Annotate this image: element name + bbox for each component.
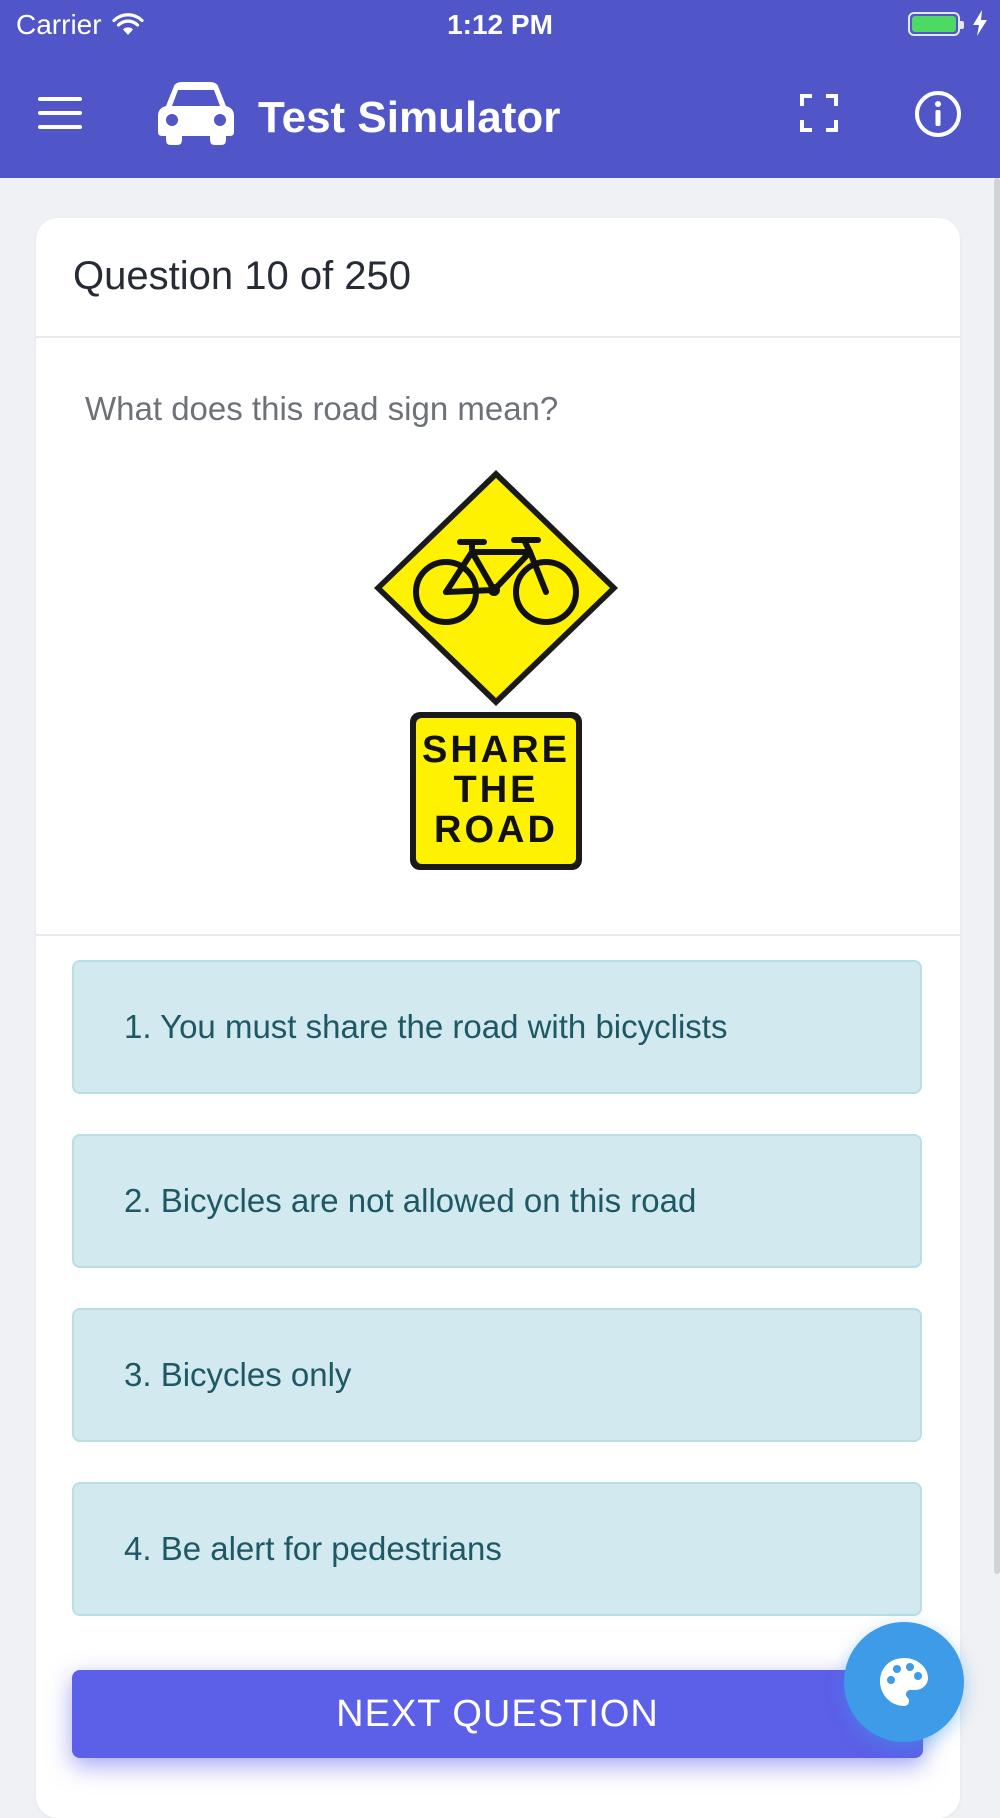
scrollbar[interactable] <box>994 178 1000 1574</box>
app-title: Test Simulator <box>258 93 561 142</box>
info-icon[interactable] <box>914 90 962 138</box>
status-time: 1:12 PM <box>447 9 553 40</box>
palette-icon <box>880 1658 928 1706</box>
battery-icon <box>908 12 964 36</box>
sign-text-line-2: THE <box>454 769 539 811</box>
sign-text-line-1: SHARE <box>422 729 570 771</box>
answer-option-3[interactable]: 3. Bicycles only <box>72 1308 922 1442</box>
menu-icon[interactable] <box>38 95 82 131</box>
divider <box>36 934 960 936</box>
charging-icon <box>973 10 987 36</box>
car-icon <box>158 82 234 145</box>
question-text: What does this road sign mean? <box>85 390 559 427</box>
status-bar: Carrier 1:12 PM <box>0 0 1000 50</box>
answer-option-1[interactable]: 1. You must share the road with bicyclis… <box>72 960 922 1094</box>
app-bar: Test Simulator <box>0 50 1000 178</box>
answer-option-2[interactable]: 2. Bicycles are not allowed on this road <box>72 1134 922 1268</box>
fullscreen-icon[interactable] <box>800 94 838 132</box>
next-question-button[interactable]: NEXT QUESTION <box>72 1670 923 1758</box>
question-card: Question 10 of 250 What does this road s… <box>36 218 960 1818</box>
share-the-road-sign-image: SHARE THE ROAD <box>374 470 618 870</box>
answer-option-4[interactable]: 4. Be alert for pedestrians <box>72 1482 922 1616</box>
theme-fab-button[interactable] <box>844 1622 964 1742</box>
question-counter: Question 10 of 250 <box>36 218 960 338</box>
sign-text-line-3: ROAD <box>434 809 558 851</box>
